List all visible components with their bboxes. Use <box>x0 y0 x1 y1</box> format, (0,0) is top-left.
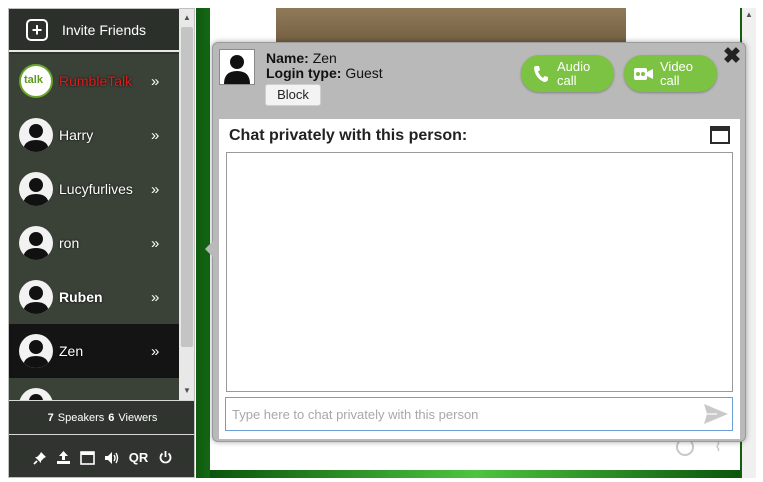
user-row[interactable]: talk RumbleTalk » <box>9 54 179 108</box>
viewers-count: 6 <box>108 411 115 424</box>
video-call-button[interactable]: Video call <box>624 55 717 92</box>
user-row[interactable] <box>9 378 179 400</box>
user-name: Lucyfurlives <box>59 181 133 197</box>
user-row[interactable]: Ruben » <box>9 270 179 324</box>
audio-label-1: Audio <box>557 58 591 74</box>
upload-icon[interactable] <box>56 450 72 466</box>
user-avatar-icon <box>19 388 53 400</box>
rumbletalk-logo-icon: talk <box>19 64 53 98</box>
power-icon[interactable] <box>158 450 174 466</box>
video-label-2: call <box>660 72 680 88</box>
user-name: Harry <box>59 127 94 143</box>
user-avatar-icon <box>19 172 53 206</box>
audio-label-2: call <box>557 72 577 88</box>
speakers-label: Speakers <box>57 411 105 424</box>
invite-friends-button[interactable]: + Invite Friends <box>9 9 179 52</box>
invite-label: Invite Friends <box>62 21 147 38</box>
login-type-value: Guest <box>345 65 383 81</box>
send-icon[interactable] <box>703 403 729 425</box>
qr-icon[interactable]: QR <box>128 450 150 466</box>
app-window: ▲ ⌇ + Invite Friends talk RumbleTalk» Harr… <box>0 0 763 482</box>
user-row[interactable]: Lucyfurlives » <box>9 162 179 216</box>
toolbar: QR <box>9 436 194 477</box>
chat-log <box>226 152 733 392</box>
chevron-right-icon[interactable]: » <box>151 289 179 306</box>
speakers-count: 7 <box>47 411 54 424</box>
user-name: ron <box>59 235 80 251</box>
popup-avatar <box>219 49 255 85</box>
volume-icon[interactable] <box>104 450 120 466</box>
user-list: talk RumbleTalk» Harry» Lucyfurlives» ron» Ru… <box>9 54 179 400</box>
user-row[interactable]: Zen » <box>9 324 179 378</box>
video-label-1: Video <box>660 58 694 74</box>
user-avatar-icon <box>19 280 53 314</box>
chevron-right-icon[interactable]: » <box>151 127 179 144</box>
name-value: Zen <box>312 50 337 66</box>
user-name: Ruben <box>59 289 103 305</box>
pin-icon[interactable] <box>32 450 48 466</box>
private-chat-popup: Name: Zen Login type: Guest Block Audio c… <box>205 42 746 442</box>
private-chat-box: Chat privately with this person: <box>219 119 740 439</box>
user-avatar-icon <box>19 226 53 260</box>
user-list-scrollbar[interactable]: ▲ ▼ <box>179 9 194 400</box>
scroll-thumb[interactable] <box>181 27 193 347</box>
user-name: Zen <box>59 343 84 359</box>
window-icon[interactable] <box>80 450 96 466</box>
block-button[interactable]: Block <box>265 84 321 106</box>
sidebar: + Invite Friends talk RumbleTalk» Harry» Lu… <box>8 8 195 478</box>
name-label: Name: <box>266 50 309 66</box>
user-avatar-icon <box>19 334 53 368</box>
user-avatar-icon <box>19 118 53 152</box>
scroll-down-arrow[interactable]: ▼ <box>179 384 194 398</box>
chevron-right-icon[interactable]: » <box>151 73 179 90</box>
chevron-right-icon[interactable]: » <box>151 343 179 360</box>
phone-icon <box>531 65 551 83</box>
window-icon[interactable] <box>710 126 730 144</box>
chevron-right-icon[interactable]: » <box>151 235 179 252</box>
scroll-up-arrow[interactable]: ▲ <box>179 11 194 25</box>
user-row[interactable]: ron » <box>9 216 179 270</box>
private-chat-input[interactable] <box>225 397 733 431</box>
user-name: RumbleTalk <box>59 73 133 89</box>
close-icon[interactable]: ✖ <box>721 45 743 67</box>
plus-icon: + <box>26 18 48 41</box>
qr-label: QR <box>128 450 149 465</box>
audience-counts: 7 Speakers 6 Viewers <box>9 400 194 435</box>
video-camera-icon <box>634 67 654 81</box>
viewers-label: Viewers <box>118 411 158 424</box>
audio-call-button[interactable]: Audio call <box>521 55 614 92</box>
user-row[interactable]: Harry » <box>9 108 179 162</box>
user-info: Name: Zen Login type: Guest <box>266 51 383 81</box>
login-type-label: Login type: <box>266 65 342 81</box>
chat-title: Chat privately with this person: <box>229 127 468 144</box>
chevron-right-icon[interactable]: » <box>151 181 179 198</box>
